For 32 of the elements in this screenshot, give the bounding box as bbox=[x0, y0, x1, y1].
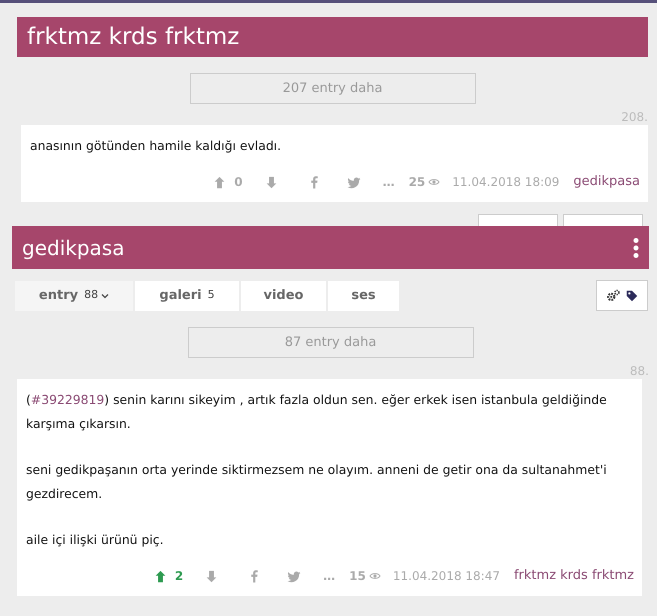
downvote-icon[interactable] bbox=[205, 570, 218, 582]
vote-count: 0 bbox=[234, 174, 243, 191]
profile-tab[interactable]: ses bbox=[328, 280, 399, 310]
profile-tab[interactable]: entry 88 bbox=[15, 280, 133, 310]
topic-title: frktmz krds frktmz bbox=[27, 22, 240, 52]
entry-date: 11.04.2018 18:09 bbox=[452, 174, 560, 191]
gears-icon[interactable] bbox=[606, 288, 620, 302]
reference-link[interactable]: #39229819 bbox=[30, 392, 104, 407]
view-count: 15 bbox=[349, 568, 366, 585]
settings-button[interactable] bbox=[596, 280, 648, 311]
author-link[interactable]: gedikpasa bbox=[573, 170, 640, 194]
downvote-icon[interactable] bbox=[264, 176, 278, 188]
eye-icon bbox=[428, 177, 440, 187]
view-count: 25 bbox=[408, 174, 426, 191]
entry-text: seni gedikpaşanın orta yerinde siktirmezsem ne olayım. anneni de getir ona da sultanahmet'i gezdirecem. bbox=[26, 461, 608, 503]
tag-icon[interactable] bbox=[626, 290, 638, 302]
entry-text: anasının götünden hamile kaldığı evladı. bbox=[30, 137, 282, 155]
author-link[interactable]: frktmz krds frktmz bbox=[514, 564, 634, 588]
profile-tab[interactable]: galeri 5 bbox=[135, 280, 239, 310]
vote-count: 2 bbox=[174, 568, 184, 585]
twitter-icon[interactable] bbox=[346, 176, 361, 188]
upvote-icon[interactable] bbox=[154, 570, 167, 582]
chevron-down-icon[interactable] bbox=[101, 292, 110, 300]
upvote-icon[interactable] bbox=[213, 176, 226, 188]
entry-text: (#39229819) senin karını sikeyim , artık fazla oldun sen. eğer erkek isen istanbula geldiğinde karşıma çıkarsın. bbox=[26, 391, 608, 433]
topic-title: gedikpasa bbox=[22, 234, 124, 262]
more-menu-icon[interactable] bbox=[633, 238, 639, 258]
profile-tab[interactable]: video bbox=[241, 280, 326, 310]
entry-date: 11.04.2018 18:47 bbox=[392, 568, 500, 585]
twitter-icon[interactable] bbox=[287, 570, 302, 582]
eye-icon bbox=[368, 571, 381, 581]
entry-text: aile içi ilişki ürünü piç. bbox=[26, 531, 165, 549]
